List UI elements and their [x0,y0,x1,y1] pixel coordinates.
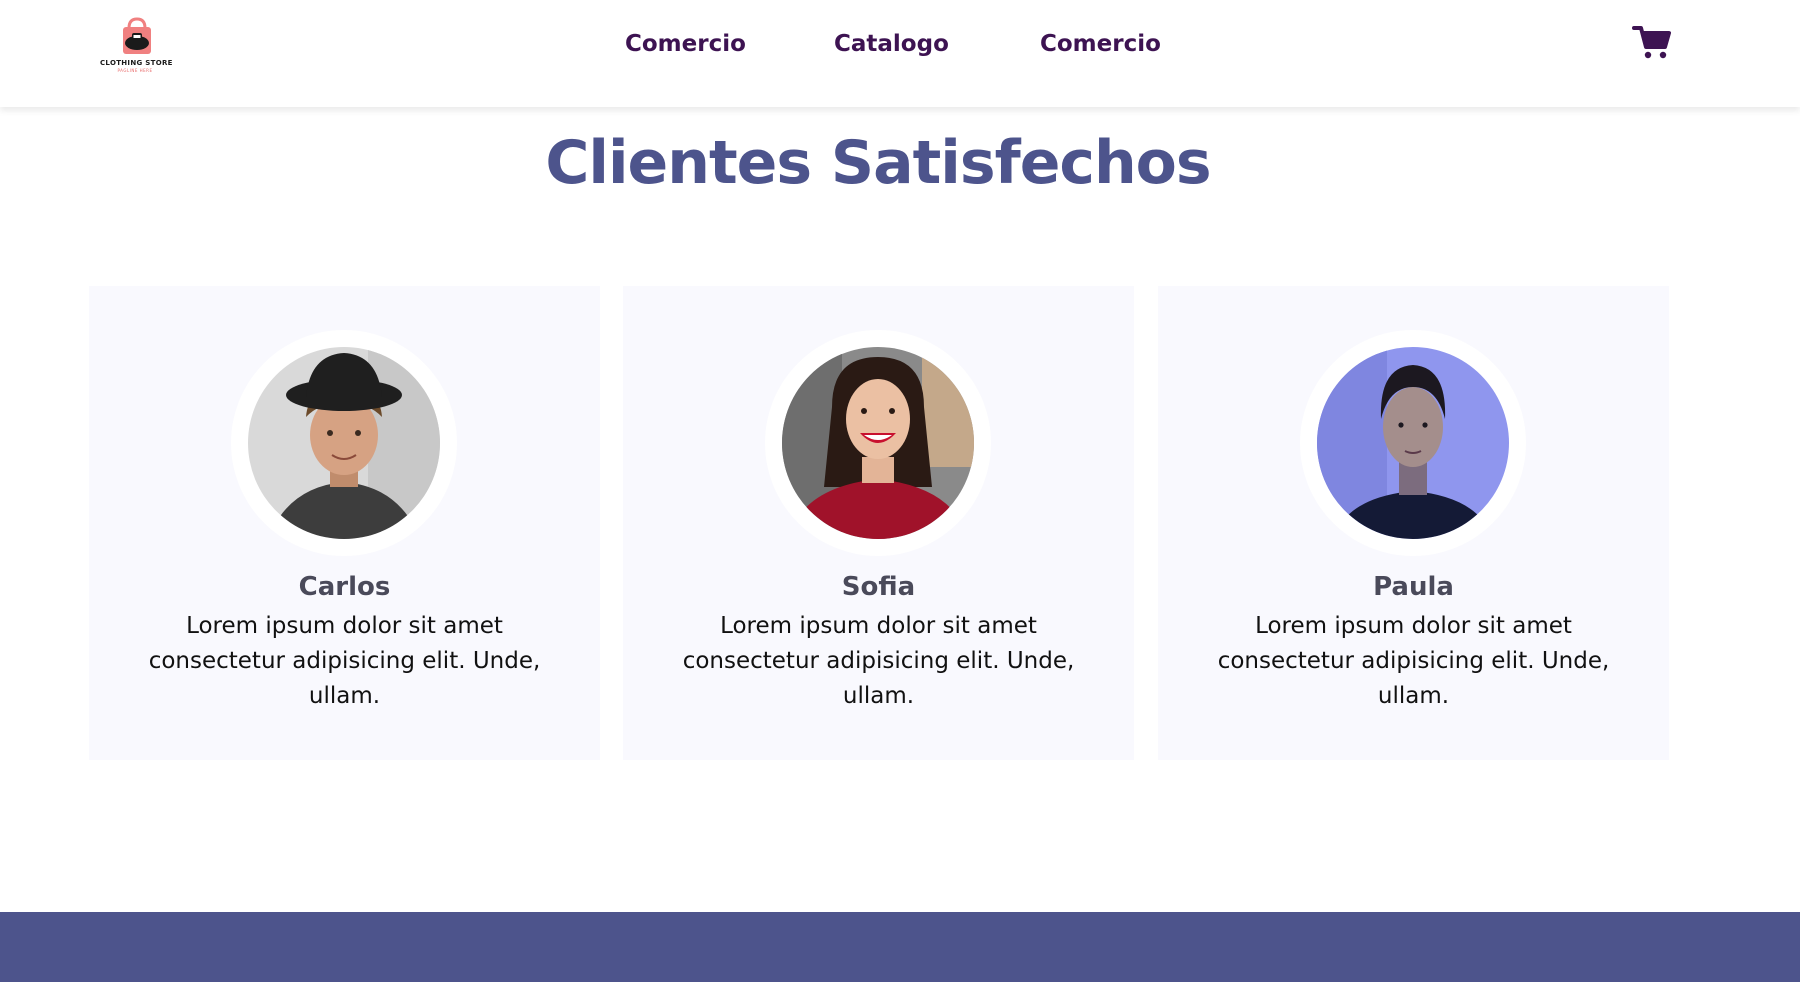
testimonial-list: Carlos Lorem ipsum dolor sit amet consec… [89,286,1669,760]
nav-link-comercio[interactable]: Comercio [625,24,746,64]
avatar [782,347,974,539]
testimonial-card: Carlos Lorem ipsum dolor sit amet consec… [89,286,600,760]
footer [0,912,1800,982]
shopping-bag-logo-icon [123,17,151,54]
logo-tagline: PAGLINE HERE [117,68,153,73]
nav-link-catalogo[interactable]: Catalogo [834,24,949,64]
avatar [1317,347,1509,539]
cart-button[interactable] [1632,24,1672,60]
store-logo[interactable]: CLOTHING STORE PAGLINE HERE [100,14,173,73]
customer-photo-paula [1317,347,1509,539]
testimonial-name: Carlos [298,572,391,602]
testimonial-card: Paula Lorem ipsum dolor sit amet consect… [1158,286,1669,760]
testimonial-text: Lorem ipsum dolor sit amet consectetur a… [1217,613,1610,709]
testimonial-text: Lorem ipsum dolor sit amet consectetur a… [148,613,541,709]
avatar-frame [1300,330,1526,556]
customer-photo-sofia [782,347,974,539]
page-title: Clientes Satisfechos [545,128,1211,198]
avatar [248,347,440,539]
testimonial-card: Sofia Lorem ipsum dolor sit amet consect… [623,286,1134,760]
site-header: CLOTHING STORE PAGLINE HERE Comercio Cat… [0,0,1800,107]
avatar-frame [765,330,991,556]
avatar-frame [231,330,457,556]
testimonial-text: Lorem ipsum dolor sit amet consectetur a… [682,613,1075,709]
customer-photo-carlos [248,347,440,539]
testimonial-name: Paula [1373,572,1454,602]
shopping-cart-icon [1632,26,1671,59]
testimonial-name: Sofia [841,572,916,602]
nav-link-comercio-2[interactable]: Comercio [1040,24,1161,64]
logo-title: CLOTHING STORE [100,59,173,67]
